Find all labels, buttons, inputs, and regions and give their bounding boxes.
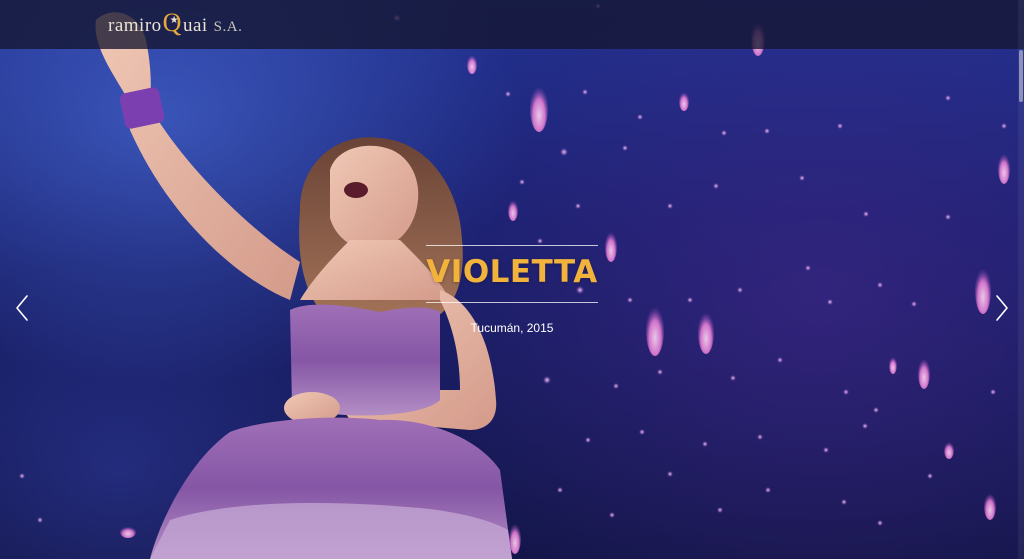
logo-text-suffix: S.A. <box>213 19 243 35</box>
homepage: ramiro Q ★ uai S.A. VIOLETTA Tucumán, 20… <box>0 0 1024 559</box>
page-scrollbar[interactable] <box>1018 0 1024 559</box>
logo-q-mark: Q ★ <box>163 10 182 36</box>
logo-star-icon: ★ <box>169 15 180 26</box>
logo-text-second: uai <box>182 15 208 36</box>
caption-bottom-divider <box>426 302 598 303</box>
carousel-prev-button[interactable] <box>12 292 34 324</box>
brand-logo[interactable]: ramiro Q ★ uai S.A. <box>108 10 242 38</box>
chevron-right-icon <box>996 295 1008 321</box>
slide-title: VIOLETTA <box>426 254 598 290</box>
carousel-next-button[interactable] <box>990 292 1012 324</box>
slide-caption: VIOLETTA Tucumán, 2015 <box>426 245 598 335</box>
caption-top-divider <box>426 245 598 246</box>
chevron-left-icon <box>16 295 28 321</box>
top-navbar: ramiro Q ★ uai S.A. <box>0 0 1024 49</box>
slide-subtitle: Tucumán, 2015 <box>470 321 554 335</box>
logo-text-first: ramiro <box>108 15 162 36</box>
scrollbar-thumb[interactable] <box>1019 50 1023 102</box>
